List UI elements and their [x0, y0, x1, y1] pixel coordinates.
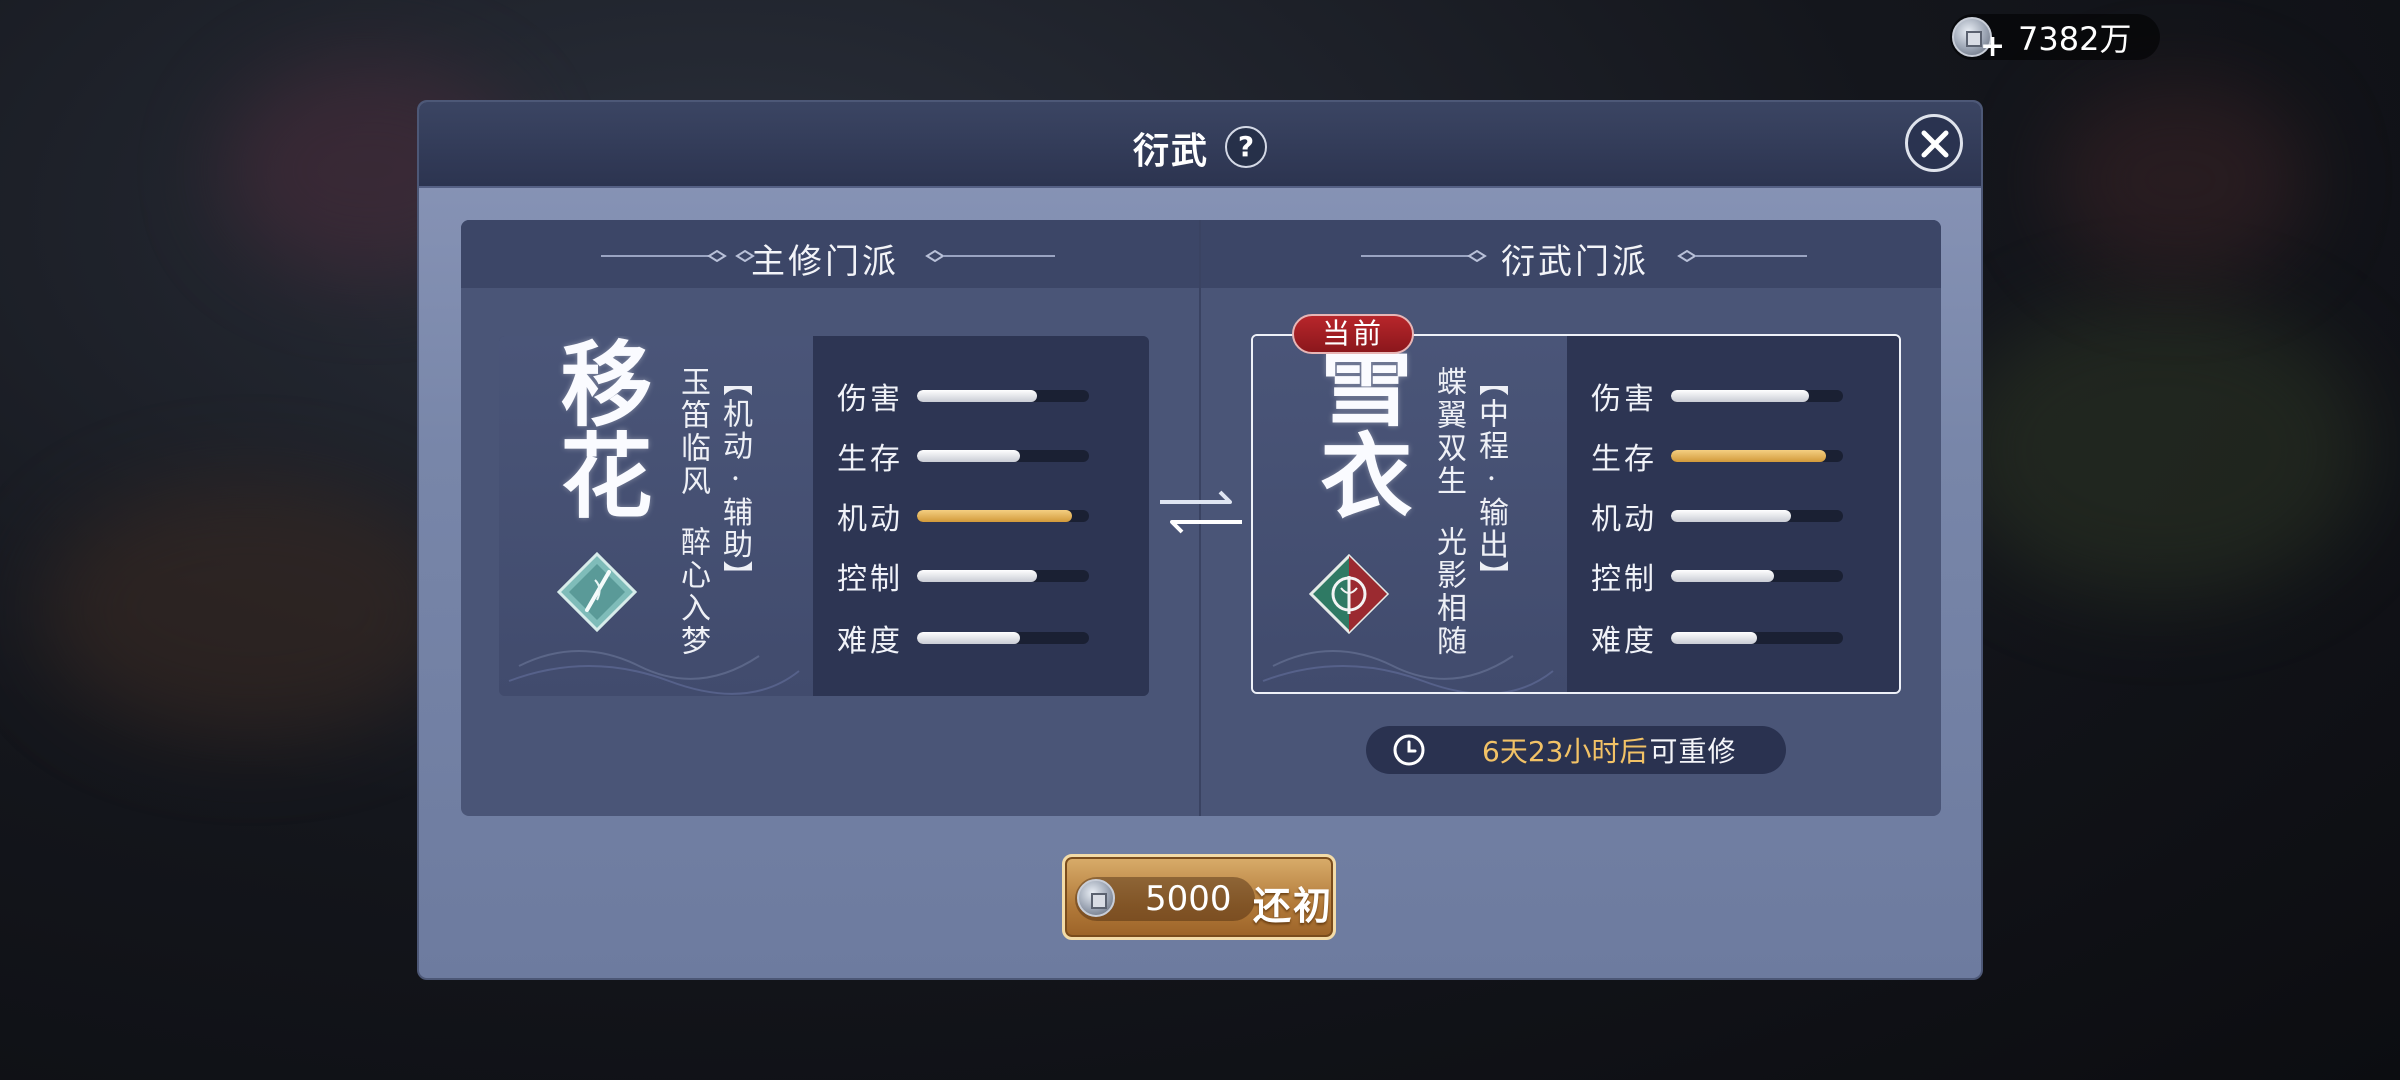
stat-row: 生存 — [1591, 436, 1843, 477]
school-info: 雪衣 【中程 · 输出】 蝶翼双生 光影相随 — [1253, 336, 1567, 692]
stat-label: 伤害 — [1591, 382, 1657, 417]
retrain-timer: 6天23小时后 可重修 — [1366, 726, 1786, 774]
school-info: 移花 【机动 · 辅助】 玉笛临风 醉心入梦 — [499, 336, 813, 696]
dialog-title: 衍武 — [1133, 130, 1210, 172]
skill-name-1: 蝶翼双生 — [1431, 366, 1466, 498]
swap-arrows-icon[interactable] — [1158, 490, 1244, 534]
help-button[interactable]: ? — [1225, 126, 1267, 168]
stat-bar — [917, 390, 1089, 402]
reset-label: 还初 — [1253, 883, 1334, 928]
title-ornament-right — [925, 250, 1055, 262]
stat-row: 控制 — [837, 556, 1089, 597]
school-name: 雪衣 — [1305, 336, 1413, 520]
stat-bar-fill — [917, 570, 1038, 582]
stat-label: 机动 — [1591, 502, 1657, 537]
skill-name-2: 光影相随 — [1431, 526, 1466, 658]
stat-label: 控制 — [837, 562, 903, 597]
stat-bar — [1671, 570, 1843, 582]
background-blur — [2050, 80, 2310, 280]
stat-row: 难度 — [837, 618, 1089, 659]
stat-row: 生存 — [837, 436, 1089, 477]
stat-bar — [1671, 390, 1843, 402]
stat-bar — [917, 632, 1089, 644]
stats-panel: 伤害 生存 机动 控制 难度 — [1567, 336, 1899, 692]
stat-bar-fill — [917, 632, 1021, 644]
stat-bar — [1671, 450, 1843, 462]
stats-panel: 伤害 生存 机动 控制 难度 — [813, 336, 1149, 696]
stat-bar-fill — [917, 390, 1038, 402]
stat-row: 伤害 — [837, 376, 1089, 417]
school-role: 【中程 · 输出】 — [1473, 366, 1508, 593]
stat-label: 伤害 — [837, 382, 903, 417]
timer-label: 可重修 — [1649, 735, 1737, 768]
stat-row: 机动 — [1591, 496, 1843, 537]
stat-label: 难度 — [837, 624, 903, 659]
school-name: 移花 — [545, 336, 653, 520]
skill-name-2: 醉心入梦 — [675, 526, 710, 658]
stat-bar-fill — [917, 450, 1021, 462]
stat-bar — [917, 450, 1089, 462]
current-badge: 当前 — [1292, 314, 1414, 354]
yihua-emblem-icon — [557, 552, 637, 632]
currency-amount: 7382万 — [2018, 20, 2132, 58]
skill-name-1: 玉笛临风 — [675, 366, 710, 498]
stat-bar-fill — [1671, 570, 1775, 582]
stat-label: 生存 — [1591, 442, 1657, 477]
main-school-title: 主修门派 — [751, 242, 899, 282]
background-blur — [1950, 300, 2370, 600]
stat-bar — [917, 510, 1089, 522]
school-role: 【机动 · 辅助】 — [717, 366, 752, 593]
yanwu-school-title: 衍武门派 — [1501, 242, 1649, 282]
silver-coin-icon — [1077, 879, 1115, 917]
timer-time: 6天23小时后 — [1482, 735, 1648, 768]
stat-bar — [1671, 632, 1843, 644]
stat-row: 伤害 — [1591, 376, 1843, 417]
stat-bar-fill — [1671, 632, 1757, 644]
stat-bar-fill — [1671, 510, 1792, 522]
stat-label: 控制 — [1591, 562, 1657, 597]
xueyi-emblem-icon — [1309, 554, 1389, 634]
background-blur — [40, 480, 460, 740]
school-card-xueyi[interactable]: 雪衣 【中程 · 输出】 蝶翼双生 光影相随 伤害 生存 机动 控制 难度 — [1251, 334, 1901, 694]
close-button[interactable] — [1905, 114, 1963, 172]
reset-button[interactable]: 5000 还初 — [1062, 854, 1336, 940]
title-ornament-right — [1677, 250, 1807, 262]
school-card-yihua[interactable]: 移花 【机动 · 辅助】 玉笛临风 醉心入梦 伤害 生存 机动 控制 难度 — [499, 336, 1149, 696]
stat-bar — [1671, 510, 1843, 522]
stat-row: 控制 — [1591, 556, 1843, 597]
yanwu-dialog: 衍武 ? 主修门派 衍武门派 移花 【机动 · 辅助】 玉笛临风 醉心入梦 伤害… — [417, 100, 1983, 980]
stat-label: 生存 — [837, 442, 903, 477]
stat-label: 难度 — [1591, 624, 1657, 659]
stat-bar-fill — [1671, 390, 1809, 402]
currency-display[interactable]: + 7382万 — [1950, 14, 2160, 62]
stat-bar — [917, 570, 1089, 582]
stat-label: 机动 — [837, 502, 903, 537]
reset-cost: 5000 — [1145, 879, 1232, 919]
stat-bar-fill — [917, 510, 1072, 522]
stat-row: 机动 — [837, 496, 1089, 537]
close-icon — [1921, 130, 1949, 158]
stat-row: 难度 — [1591, 618, 1843, 659]
title-ornament-left — [1361, 250, 1487, 262]
stat-bar-fill — [1671, 450, 1826, 462]
clock-icon — [1393, 734, 1425, 766]
plus-icon[interactable]: + — [1980, 32, 2005, 62]
dialog-header: 衍武 ? — [419, 102, 1981, 188]
